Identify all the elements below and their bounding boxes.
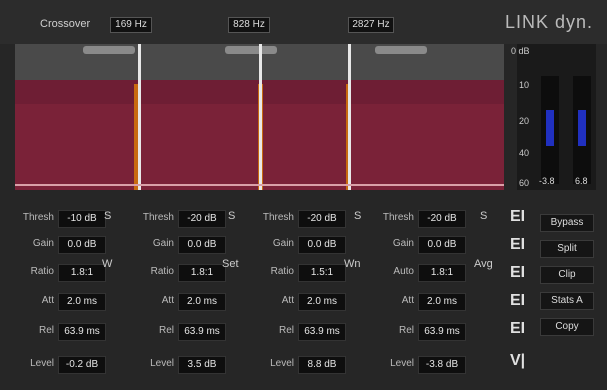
meter-scale-20: 20 bbox=[519, 116, 530, 126]
solo-icon-2[interactable]: EI bbox=[510, 236, 526, 254]
meter-left-value: -3.8 bbox=[539, 176, 555, 186]
band-3-ratio-value[interactable]: 1.5:1 bbox=[298, 264, 346, 282]
band-3-level-value[interactable]: 8.8 dB bbox=[298, 356, 346, 374]
band-3-controls: Thresh -20 dB Gain 0.0 dB Ratio 1.5:1 Att 2.… bbox=[244, 208, 364, 383]
meter-icon[interactable]: V| bbox=[510, 352, 526, 370]
spectrum-display[interactable] bbox=[15, 44, 504, 190]
band-1-attack-label: Att bbox=[41, 295, 54, 306]
band-4-ratio-label: Auto bbox=[393, 266, 414, 277]
clip-button[interactable]: Clip bbox=[540, 266, 594, 284]
band-1-ratio-value[interactable]: 1.8:1 bbox=[58, 264, 106, 282]
band-3-gain-value[interactable]: 0.0 dB bbox=[298, 236, 346, 254]
crossover-freq-3[interactable]: 2827 Hz bbox=[348, 17, 394, 33]
band-2-attack-label: Att bbox=[161, 295, 174, 306]
band-3-threshold-value[interactable]: -20 dB bbox=[298, 210, 346, 228]
meter-left-bar bbox=[546, 110, 554, 146]
band-1-level-label: Level bbox=[30, 358, 54, 369]
band-4-side-button[interactable]: S bbox=[480, 210, 487, 222]
band-4-level-value[interactable]: -3.8 dB bbox=[418, 356, 466, 374]
band-1-controls: Thresh -10 dB Gain 0.0 dB Ratio 1.8:1 Att 2.… bbox=[4, 208, 124, 383]
band-4-controls: Thresh -20 dB Gain 0.0 dB Auto 1.8:1 Att 2.0… bbox=[364, 208, 493, 383]
band-4-threshold-label: Thresh bbox=[382, 212, 414, 223]
crossover-splitter-2[interactable] bbox=[259, 44, 262, 190]
stats-button[interactable]: Stats A bbox=[540, 292, 594, 310]
band-2-handle[interactable] bbox=[225, 46, 277, 54]
band-1-level-value[interactable]: -0.2 dB bbox=[58, 356, 106, 374]
band-1-side-button[interactable]: S bbox=[104, 210, 111, 222]
band-2-level-value[interactable]: 3.5 dB bbox=[178, 356, 226, 374]
band-4-gain-label: Gain bbox=[392, 238, 414, 249]
band-1-threshold-label: Thresh bbox=[22, 212, 54, 223]
band-2-controls: Thresh -20 dB Gain 0.0 dB Ratio 1.8:1 Att 2.… bbox=[124, 208, 244, 383]
band-1-ratio-label: Ratio bbox=[30, 266, 54, 277]
band-3-ratio-label: Ratio bbox=[270, 266, 294, 277]
band-1-gain-label: Gain bbox=[32, 238, 54, 249]
crossover-freq-2[interactable]: 828 Hz bbox=[228, 17, 270, 33]
spectrum-baseline bbox=[15, 184, 504, 186]
band-4-mode-button[interactable]: Avg bbox=[474, 258, 493, 270]
solo-icon-3[interactable]: EI bbox=[510, 264, 526, 282]
band-3-mode-button[interactable]: Wn bbox=[344, 258, 361, 270]
meter-right-value: 6.8 bbox=[575, 176, 588, 186]
band-2-ratio-label: Ratio bbox=[150, 266, 174, 277]
band-2-ratio-value[interactable]: 1.8:1 bbox=[178, 264, 226, 282]
band-3-gain-label: Gain bbox=[272, 238, 294, 249]
band-2-threshold-value[interactable]: -20 dB bbox=[178, 210, 226, 228]
crossover-label: Crossover bbox=[40, 18, 91, 30]
copy-button[interactable]: Copy bbox=[540, 318, 594, 336]
band-2-level-label: Level bbox=[150, 358, 174, 369]
band-1-mode-button[interactable]: W bbox=[102, 258, 112, 270]
band-3-attack-label: Att bbox=[281, 295, 294, 306]
band-2-attack-value[interactable]: 2.0 ms bbox=[178, 293, 226, 311]
band-3-release-label: Rel bbox=[278, 325, 294, 336]
band-4-gain-value[interactable]: 0.0 dB bbox=[418, 236, 466, 254]
solo-icon-5[interactable]: EI bbox=[510, 320, 526, 338]
band-4-attack-value[interactable]: 2.0 ms bbox=[418, 293, 466, 311]
band-1-handle[interactable] bbox=[83, 46, 135, 54]
meter-scale-60: 60 bbox=[519, 178, 530, 188]
bypass-button[interactable]: Bypass bbox=[540, 214, 594, 232]
band-2-gain-label: Gain bbox=[152, 238, 174, 249]
crossover-splitter-1[interactable] bbox=[138, 44, 141, 190]
band-3-handle[interactable] bbox=[375, 46, 427, 54]
band-4-release-label: Rel bbox=[398, 325, 414, 336]
band-3-side-button[interactable]: S bbox=[354, 210, 361, 222]
crossover-freq-1[interactable]: 169 Hz bbox=[110, 17, 152, 33]
brand-logo: LINK dyn. bbox=[504, 12, 593, 32]
band-1-release-value[interactable]: 63.9 ms bbox=[58, 323, 106, 341]
level-meter: 0 dB 10 20 40 60 -3.8 6.8 bbox=[511, 44, 596, 190]
band-1-gain-value[interactable]: 0.0 dB bbox=[58, 236, 106, 254]
band-2-mode-button[interactable]: Set bbox=[222, 258, 239, 270]
meter-scale-10: 10 bbox=[519, 80, 530, 90]
split-button[interactable]: Split bbox=[540, 240, 594, 258]
band-4-threshold-value[interactable]: -20 dB bbox=[418, 210, 466, 228]
band-2-release-label: Rel bbox=[158, 325, 174, 336]
band-1-release-label: Rel bbox=[38, 325, 54, 336]
solo-icon-4[interactable]: EI bbox=[510, 292, 526, 310]
meter-scale-40: 40 bbox=[519, 148, 530, 158]
meter-right-bar bbox=[578, 110, 586, 146]
band-1-attack-value[interactable]: 2.0 ms bbox=[58, 293, 106, 311]
band-4-level-label: Level bbox=[390, 358, 414, 369]
band-2-side-button[interactable]: S bbox=[228, 210, 235, 222]
crossover-splitter-3[interactable] bbox=[348, 44, 351, 190]
band-4-attack-label: Att bbox=[401, 295, 414, 306]
solo-icon-1[interactable]: EI bbox=[510, 208, 526, 226]
band-3-level-label: Level bbox=[270, 358, 294, 369]
band-2-release-value[interactable]: 63.9 ms bbox=[178, 323, 226, 341]
band-3-release-value[interactable]: 63.9 ms bbox=[298, 323, 346, 341]
band-1-threshold-value[interactable]: -10 dB bbox=[58, 210, 106, 228]
crossover-strip: Crossover 169 Hz 828 Hz 2827 Hz LINK dyn… bbox=[0, 0, 607, 44]
band-4-release-value[interactable]: 63.9 ms bbox=[418, 323, 466, 341]
band-2-threshold-label: Thresh bbox=[142, 212, 174, 223]
band-2-gain-value[interactable]: 0.0 dB bbox=[178, 236, 226, 254]
band-4-ratio-value[interactable]: 1.8:1 bbox=[418, 264, 466, 282]
band-3-attack-value[interactable]: 2.0 ms bbox=[298, 293, 346, 311]
meter-scale-0: 0 dB bbox=[511, 46, 530, 56]
band-3-threshold-label: Thresh bbox=[262, 212, 294, 223]
